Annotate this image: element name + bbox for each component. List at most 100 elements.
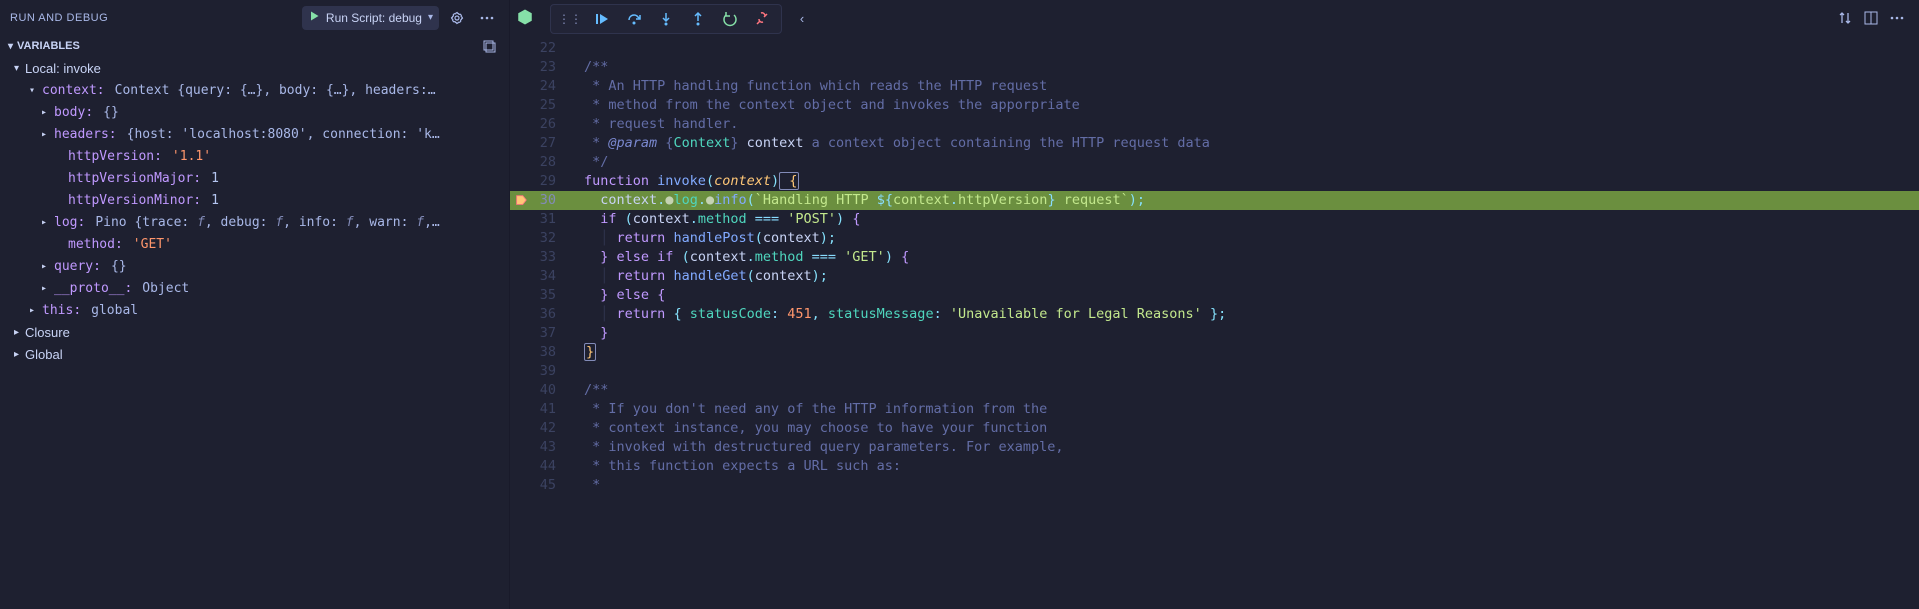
- code-line: 28 */: [510, 153, 1919, 172]
- code-content: *: [574, 476, 1919, 495]
- scope-closure[interactable]: ▸ Closure: [0, 321, 509, 343]
- line-number: 22: [510, 39, 574, 58]
- sidebar-title: RUN AND DEBUG: [10, 12, 108, 24]
- code-line: 32 │ return handlePost(context);: [510, 229, 1919, 248]
- var-name: httpVersion: [68, 149, 162, 164]
- debug-topbar: RUN AND DEBUG Run Script: debug ▾: [0, 0, 509, 35]
- var-name: this: [42, 303, 81, 318]
- code-editor[interactable]: 22 23/** 24 * An HTTP handling function …: [510, 29, 1919, 609]
- var-name: httpVersionMinor: [68, 193, 201, 208]
- code-line: 33 } else if (context.method === 'GET') …: [510, 248, 1919, 267]
- code-content: │ return handleGet(context);: [574, 267, 1919, 286]
- collapse-all-icon[interactable]: [477, 34, 501, 58]
- step-out-button[interactable]: [683, 6, 713, 32]
- code-content: /**: [574, 381, 1919, 400]
- step-into-button[interactable]: [651, 6, 681, 32]
- restart-button[interactable]: [715, 6, 745, 32]
- line-number: 35: [510, 286, 574, 305]
- var-value: 1: [211, 171, 219, 186]
- var-value: '1.1': [172, 149, 211, 164]
- var-name: __proto__: [54, 281, 132, 296]
- line-number: 37: [510, 324, 574, 343]
- code-content: * method from the context object and inv…: [574, 96, 1919, 115]
- variables-section-header[interactable]: ▾ VARIABLES: [0, 35, 509, 57]
- scope-label: Closure: [25, 325, 70, 340]
- var-httpVersion[interactable]: httpVersion '1.1': [0, 145, 509, 167]
- var-name: headers: [54, 127, 117, 142]
- var-log[interactable]: ▸ log Pino {trace: f, debug: f, info: f,…: [0, 211, 509, 233]
- line-number: 44: [510, 457, 574, 476]
- run-config-label: Run Script: debug: [326, 11, 422, 25]
- gear-icon[interactable]: [445, 6, 469, 30]
- var-value: Pino {trace: f, debug: f, info: f, warn:…: [95, 215, 439, 230]
- chevron-right-icon: ▸: [14, 327, 19, 338]
- debug-sidebar: RUN AND DEBUG Run Script: debug ▾ ▾ VARI…: [0, 0, 510, 609]
- chevron-right-icon: ▸: [38, 217, 50, 228]
- code-line: 36 │ return { statusCode: 451, statusMes…: [510, 305, 1919, 324]
- more-icon[interactable]: [475, 6, 499, 30]
- step-over-button[interactable]: [619, 6, 649, 32]
- chevron-right-icon: ▸: [26, 305, 38, 316]
- compare-changes-icon[interactable]: [1833, 6, 1857, 30]
- line-number: 28: [510, 153, 574, 172]
- code-line: 25 * method from the context object and …: [510, 96, 1919, 115]
- split-editor-icon[interactable]: [1859, 6, 1883, 30]
- var-body[interactable]: ▸ body {}: [0, 101, 509, 123]
- code-content: * @param {Context} context a context obj…: [574, 134, 1919, 153]
- more-icon[interactable]: [1885, 6, 1909, 30]
- scope-label: Local: invoke: [25, 61, 101, 76]
- var-this[interactable]: ▸ this global: [0, 299, 509, 321]
- chevron-left-icon[interactable]: ‹: [790, 6, 814, 30]
- code-line: 34 │ return handleGet(context);: [510, 267, 1919, 286]
- scope-global[interactable]: ▸ Global: [0, 343, 509, 365]
- var-name: method: [68, 237, 123, 252]
- variables-tree: ▾ Local: invoke ▾ context Context {query…: [0, 57, 509, 609]
- code-line: 35 } else {: [510, 286, 1919, 305]
- code-line: 42 * context instance, you may choose to…: [510, 419, 1919, 438]
- var-headers[interactable]: ▸ headers {host: 'localhost:8080', conne…: [0, 123, 509, 145]
- editor-area: ⋮⋮ ‹ 22 23/** 24 * An HTTP handling func…: [510, 0, 1919, 609]
- code-line: 45 *: [510, 476, 1919, 495]
- code-line: 23/**: [510, 58, 1919, 77]
- code-content: */: [574, 153, 1919, 172]
- line-number: 41: [510, 400, 574, 419]
- scope-local[interactable]: ▾ Local: invoke: [0, 57, 509, 79]
- var-name: log: [54, 215, 85, 230]
- line-number: 23: [510, 58, 574, 77]
- var-httpVersionMajor[interactable]: httpVersionMajor 1: [0, 167, 509, 189]
- grip-icon[interactable]: ⋮⋮: [555, 6, 585, 32]
- code-content: } else {: [574, 286, 1919, 305]
- editor-actions: [1833, 6, 1909, 30]
- code-line: 31 if (context.method === 'POST') {: [510, 210, 1919, 229]
- code-content: } else if (context.method === 'GET') {: [574, 248, 1919, 267]
- code-content: /**: [574, 58, 1919, 77]
- var-httpVersionMinor[interactable]: httpVersionMinor 1: [0, 189, 509, 211]
- var-name: context: [42, 83, 105, 98]
- line-number: 33: [510, 248, 574, 267]
- var-query[interactable]: ▸ query {}: [0, 255, 509, 277]
- line-number: 38: [510, 343, 574, 362]
- var-value: {host: 'localhost:8080', connection: 'k…: [127, 127, 440, 142]
- debug-toolbar: ⋮⋮: [550, 4, 782, 34]
- var-context[interactable]: ▾ context Context {query: {…}, body: {…}…: [0, 79, 509, 101]
- code-content: * request handler.: [574, 115, 1919, 134]
- code-line: 40/**: [510, 381, 1919, 400]
- var-proto[interactable]: ▸ __proto__ Object: [0, 277, 509, 299]
- var-value: {}: [111, 259, 127, 274]
- chevron-down-icon: ▾: [8, 41, 13, 52]
- code-line: 41 * If you don't need any of the HTTP i…: [510, 400, 1919, 419]
- run-config-selector[interactable]: Run Script: debug ▾: [302, 6, 439, 30]
- continue-button[interactable]: [587, 6, 617, 32]
- code-content: * this function expects a URL such as:: [574, 457, 1919, 476]
- chevron-right-icon: ▸: [38, 107, 50, 118]
- var-method[interactable]: method 'GET': [0, 233, 509, 255]
- disconnect-button[interactable]: [747, 6, 777, 32]
- var-value: global: [91, 303, 138, 318]
- code-content: if (context.method === 'POST') {: [574, 210, 1919, 229]
- code-line: 27 * @param {Context} context a context …: [510, 134, 1919, 153]
- line-number: 42: [510, 419, 574, 438]
- code-content: context.●log.●info(`Handling HTTP ${cont…: [574, 191, 1919, 210]
- var-value: 1: [211, 193, 219, 208]
- code-content: function invoke(context) {: [574, 172, 1919, 191]
- chevron-down-icon: ▾: [14, 63, 19, 74]
